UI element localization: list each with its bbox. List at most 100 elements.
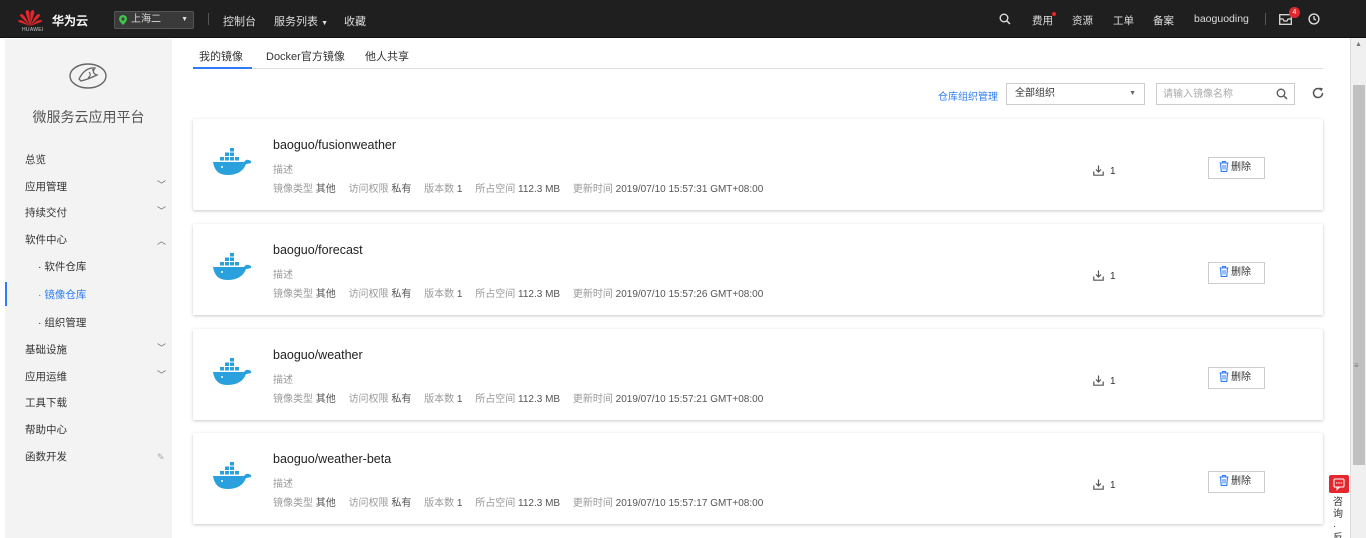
region-selector[interactable]: 上海二 ▼: [114, 11, 194, 29]
nav-filing[interactable]: 备案: [1153, 13, 1174, 28]
sidebar-item-software-repo[interactable]: · 软件仓库: [38, 259, 86, 274]
nav-service-list-label: 服务列表: [274, 16, 318, 28]
image-name[interactable]: baoguo/forecast: [273, 243, 363, 257]
delete-label: 删除: [1231, 267, 1251, 278]
sidebar-item-label: 镜像仓库: [44, 289, 87, 301]
chevron-down-icon[interactable]: ﹀: [157, 341, 166, 354]
search-icon[interactable]: [999, 13, 1011, 25]
caret-down-icon: ▼: [181, 16, 188, 23]
image-card[interactable]: baoguo/weather 描述 镜像类型 其他 访问权限 私有 版本数 1 …: [193, 329, 1323, 420]
meta-access-label: 访问权限: [348, 289, 389, 300]
meta-access-label: 访问权限: [348, 394, 389, 405]
docker-whale-icon: [213, 253, 252, 280]
meta-versions-label: 版本数: [424, 394, 455, 405]
brand-name[interactable]: 华为云: [52, 12, 88, 29]
download-count[interactable]: 1: [1093, 375, 1116, 387]
delete-button[interactable]: 删除: [1208, 157, 1265, 179]
download-count[interactable]: 1: [1093, 165, 1116, 177]
chevron-down-icon[interactable]: ﹀: [157, 368, 166, 381]
delete-button[interactable]: 删除: [1208, 471, 1265, 493]
tab-my-images[interactable]: 我的镜像: [199, 48, 243, 64]
delete-button[interactable]: 删除: [1208, 262, 1265, 284]
image-meta: 镜像类型 其他 访问权限 私有 版本数 1 所占空间 112.3 MB 更新时间…: [273, 285, 763, 300]
image-description: 描述: [273, 479, 293, 490]
download-count[interactable]: 1: [1093, 479, 1116, 491]
sidebar-item-app-management[interactable]: 应用管理: [25, 179, 67, 194]
image-card[interactable]: baoguo/weather-beta 描述 镜像类型 其他 访问权限 私有 版…: [193, 433, 1323, 524]
nav-console[interactable]: 控制台: [223, 13, 256, 29]
sidebar-item-help-center[interactable]: 帮助中心: [25, 422, 67, 437]
nav-favorites[interactable]: 收藏: [344, 13, 366, 29]
search-input[interactable]: [1163, 84, 1273, 104]
active-indicator: [5, 282, 7, 306]
caret-down-icon: ▼: [1129, 90, 1136, 97]
sidebar-item-tools-download[interactable]: 工具下载: [25, 395, 67, 410]
scrollbar-thumb[interactable]: [1353, 85, 1365, 465]
sidebar-item-org-management[interactable]: · 组织管理: [38, 315, 86, 330]
meta-type-value: 其他: [315, 498, 336, 509]
meta-space-value: 112.3 MB: [518, 498, 561, 509]
tab-docker-official[interactable]: Docker官方镜像: [266, 48, 345, 64]
divider: [1265, 13, 1266, 25]
chevron-up-icon[interactable]: ︿: [157, 234, 166, 247]
delete-button[interactable]: 删除: [1208, 367, 1265, 389]
nav-tickets[interactable]: 工单: [1113, 13, 1134, 28]
image-name[interactable]: baoguo/weather: [273, 348, 363, 362]
sidebar-title: 微服务云应用平台: [32, 109, 145, 125]
meta-updated-value: 2019/07/10 15:57:21 GMT+08:00: [615, 394, 764, 405]
meta-versions-label: 版本数: [424, 498, 455, 509]
meta-updated-label: 更新时间: [572, 289, 613, 300]
meta-access-label: 访问权限: [348, 498, 389, 509]
meta-access-value: 私有: [391, 289, 412, 300]
sidebar-item-continuous-delivery[interactable]: 持续交付: [25, 205, 67, 220]
sidebar-item-software-center[interactable]: 软件中心: [25, 232, 67, 247]
search-icon[interactable]: [1276, 88, 1288, 100]
trash-icon: [1219, 371, 1229, 382]
sidebar-item-function-dev[interactable]: 函数开发: [25, 449, 67, 464]
org-management-link[interactable]: 仓库组织管理: [938, 88, 998, 103]
user-account[interactable]: baoguoding: [1194, 13, 1249, 25]
consult-label[interactable]: 咨询·反: [1333, 497, 1345, 538]
nav-resources[interactable]: 资源: [1072, 13, 1093, 28]
sidebar-item-image-repo[interactable]: · 镜像仓库: [38, 287, 86, 302]
meta-versions-label: 版本数: [424, 184, 455, 195]
docker-whale-icon: [213, 358, 252, 385]
image-card[interactable]: baoguo/fusionweather 描述 镜像类型 其他 访问权限 私有 …: [193, 119, 1323, 210]
scroll-up-arrow-icon[interactable]: ▲: [1355, 41, 1362, 48]
clock-icon[interactable]: [1308, 13, 1320, 25]
chevron-down-icon[interactable]: ﹀: [157, 178, 166, 191]
image-search-box[interactable]: [1156, 83, 1295, 105]
top-navigation-bar: HUAWEI 华为云 上海二 ▼ 控制台 服务列表 ▼ 收藏 费用 资源 工单 …: [0, 0, 1366, 38]
org-select-value: 全部组织: [1015, 88, 1055, 99]
chat-icon: [1333, 478, 1345, 491]
trash-icon: [1219, 475, 1229, 486]
org-filter-select[interactable]: 全部组织 ▼: [1006, 83, 1145, 105]
logo-wordmark: HUAWEI: [22, 27, 44, 33]
resize-handle-icon[interactable]: ≡: [1354, 361, 1359, 370]
meta-space-label: 所占空间: [475, 498, 516, 509]
download-count[interactable]: 1: [1093, 270, 1116, 282]
docker-whale-icon: [213, 148, 252, 175]
image-card[interactable]: baoguo/forecast 描述 镜像类型 其他 访问权限 私有 版本数 1…: [193, 224, 1323, 315]
meta-access-value: 私有: [391, 498, 412, 509]
tab-shared-by-others[interactable]: 他人共享: [365, 48, 409, 64]
meta-versions-value: 1: [456, 394, 463, 405]
edit-icon[interactable]: ✎: [157, 452, 165, 463]
consult-button[interactable]: [1329, 475, 1349, 493]
sidebar-item-app-ops[interactable]: 应用运维: [25, 369, 67, 384]
nav-billing[interactable]: 费用: [1032, 13, 1053, 28]
image-name[interactable]: baoguo/fusionweather: [273, 138, 396, 152]
page-scrollbar[interactable]: ▲: [1350, 38, 1366, 538]
sidebar-item-infrastructure[interactable]: 基础设施: [25, 342, 67, 357]
delete-label: 删除: [1231, 476, 1251, 487]
meta-access-value: 私有: [391, 184, 412, 195]
sidebar-item-overview[interactable]: 总览: [25, 152, 46, 167]
download-icon: [1093, 270, 1104, 281]
download-icon: [1093, 165, 1104, 176]
meta-space-value: 112.3 MB: [518, 289, 561, 300]
chevron-down-icon[interactable]: ﹀: [157, 204, 166, 217]
refresh-icon[interactable]: [1311, 86, 1325, 100]
meta-updated-value: 2019/07/10 15:57:26 GMT+08:00: [615, 289, 764, 300]
nav-service-list[interactable]: 服务列表 ▼: [274, 13, 328, 29]
image-name[interactable]: baoguo/weather-beta: [273, 452, 391, 466]
